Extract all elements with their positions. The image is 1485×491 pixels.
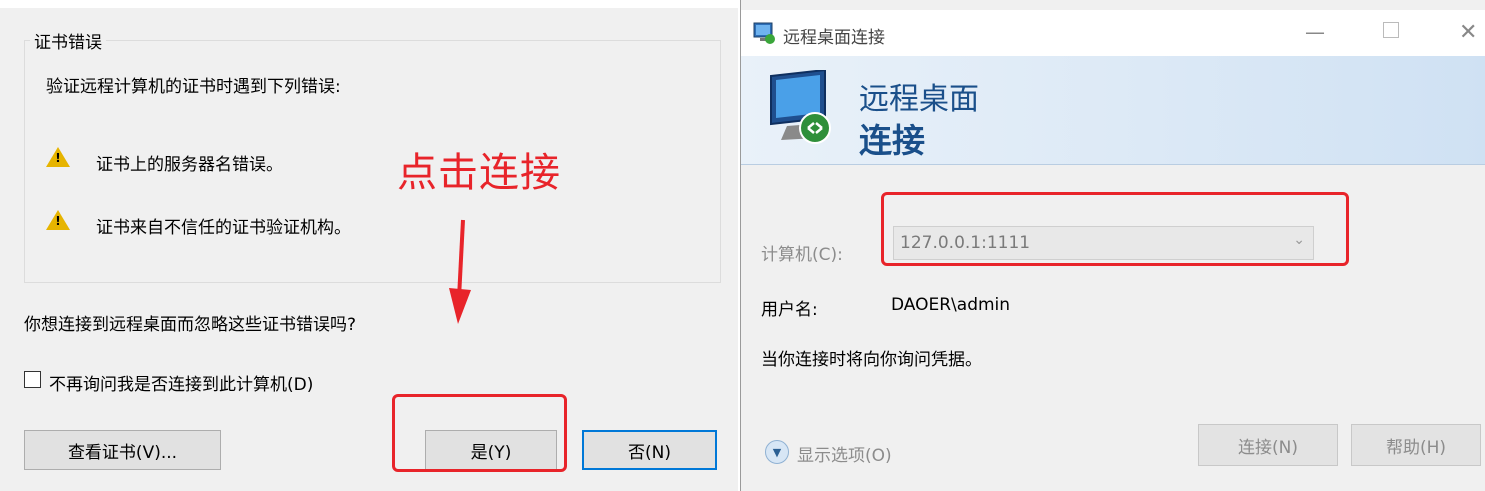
credentials-note: 当你连接时将向你询问凭据。 bbox=[761, 350, 982, 370]
username-value: DAOER\admin bbox=[891, 295, 1011, 315]
warning-icon: ! bbox=[46, 147, 70, 167]
view-certificate-button[interactable]: 查看证书(V)... bbox=[24, 430, 221, 470]
computer-label: 计算机(C): bbox=[761, 245, 843, 265]
title-bar: 远程桌面连接 — ✕ bbox=[741, 10, 1485, 56]
show-options-link[interactable]: 显示选项(O) bbox=[797, 441, 892, 466]
no-button[interactable]: 否(N) bbox=[582, 430, 717, 470]
error-item-2: 证书来自不信任的证书验证机构。 bbox=[96, 218, 351, 238]
question-text: 你想连接到远程桌面而忽略这些证书错误吗? bbox=[24, 315, 357, 335]
annotation-arrow-icon bbox=[449, 219, 471, 324]
warning-icon: ! bbox=[46, 210, 70, 230]
highlight-box-computer bbox=[881, 192, 1349, 266]
certificate-error-dialog: 证书错误 验证远程计算机的证书时遇到下列错误: ! 证书上的服务器名错误。 ! … bbox=[0, 0, 738, 491]
maximize-icon[interactable] bbox=[1383, 22, 1399, 38]
window-title: 远程桌面连接 bbox=[783, 28, 885, 48]
error-item-1: 证书上的服务器名错误。 bbox=[96, 155, 283, 175]
expand-options-icon[interactable]: ▼ bbox=[765, 440, 789, 464]
rdp-window: 远程桌面连接 — ✕ 远程桌面 连接 计算机(C): 127.0.0.1:111… bbox=[740, 0, 1485, 491]
banner-title: 远程桌面 bbox=[859, 82, 979, 117]
monitor-connection-icon bbox=[770, 70, 831, 144]
highlight-box-yes bbox=[392, 394, 567, 472]
banner-subtitle: 连接 bbox=[859, 121, 925, 160]
dont-ask-checkbox[interactable] bbox=[24, 371, 41, 388]
group-title: 证书错误 bbox=[30, 28, 106, 53]
remote-desktop-icon bbox=[753, 22, 775, 44]
intro-text: 验证远程计算机的证书时遇到下列错误: bbox=[46, 77, 341, 97]
top-strip bbox=[0, 0, 738, 8]
annotation-text: 点击连接 bbox=[397, 150, 561, 196]
banner: 远程桌面 连接 bbox=[741, 56, 1485, 165]
help-button[interactable]: 帮助(H) bbox=[1351, 424, 1481, 466]
dont-ask-label[interactable]: 不再询问我是否连接到此计算机(D) bbox=[49, 370, 313, 395]
connect-button[interactable]: 连接(N) bbox=[1198, 424, 1338, 466]
minimize-icon[interactable]: — bbox=[1305, 20, 1325, 44]
close-icon[interactable]: ✕ bbox=[1459, 20, 1477, 45]
username-label: 用户名: bbox=[761, 300, 818, 320]
